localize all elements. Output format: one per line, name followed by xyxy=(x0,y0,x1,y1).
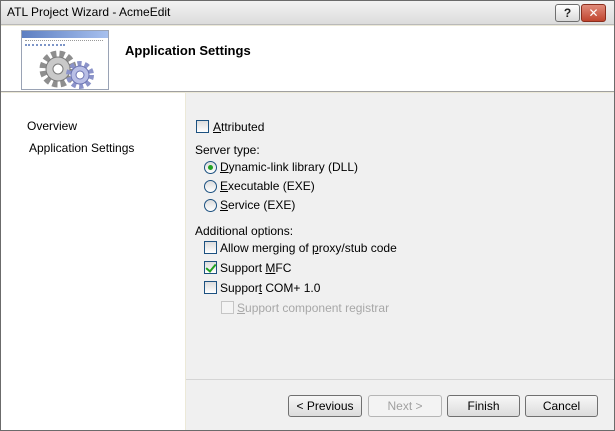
additional-options-label: Additional options: xyxy=(195,224,294,238)
cancel-button[interactable]: Cancel xyxy=(525,395,598,417)
finish-button[interactable]: Finish xyxy=(447,395,520,417)
attributed-label[interactable]: Attributed xyxy=(213,120,264,134)
gears-window-icon xyxy=(21,30,109,90)
wizard-nav: Overview Application Settings xyxy=(1,93,185,430)
settings-panel: Attributed Server type: Dynamic-link lib… xyxy=(186,93,614,379)
wizard-header: Application Settings xyxy=(1,26,614,92)
dll-label[interactable]: Dynamic-link library (DLL) xyxy=(220,160,358,174)
service-label[interactable]: Service (EXE) xyxy=(220,198,295,212)
service-radio[interactable] xyxy=(204,199,217,212)
next-button[interactable]: Next > xyxy=(368,395,442,417)
proxy-stub-checkbox[interactable] xyxy=(204,241,217,254)
support-com-checkbox[interactable] xyxy=(204,281,217,294)
gear-icon xyxy=(39,50,94,89)
component-registrar-checkbox[interactable] xyxy=(221,301,234,314)
proxy-stub-label[interactable]: Allow merging of proxy/stub code xyxy=(220,241,397,255)
nav-item-application-settings[interactable]: Application Settings xyxy=(29,141,134,155)
support-com-label[interactable]: Support COM+ 1.0 xyxy=(220,281,320,295)
nav-item-overview[interactable]: Overview xyxy=(27,119,77,133)
support-mfc-checkbox[interactable] xyxy=(204,261,217,274)
component-registrar-label[interactable]: Support component registrar xyxy=(237,301,389,315)
dll-radio[interactable] xyxy=(204,161,217,174)
previous-button[interactable]: < Previous xyxy=(288,395,362,417)
page-title: Application Settings xyxy=(125,43,251,58)
attributed-checkbox[interactable] xyxy=(196,120,209,133)
exe-label[interactable]: Executable (EXE) xyxy=(220,179,315,193)
server-type-label: Server type: xyxy=(195,143,260,157)
button-bar: < Previous Next > Finish Cancel xyxy=(186,379,614,430)
wizard-window: ATL Project Wizard - AcmeEdit ? ✕ Applic… xyxy=(0,0,615,431)
exe-radio[interactable] xyxy=(204,180,217,193)
window-title: ATL Project Wizard - AcmeEdit xyxy=(7,5,171,19)
support-mfc-label[interactable]: Support MFC xyxy=(220,261,291,275)
title-bar[interactable]: ATL Project Wizard - AcmeEdit ? ✕ xyxy=(1,1,614,25)
close-button[interactable]: ✕ xyxy=(581,4,606,22)
help-button[interactable]: ? xyxy=(555,4,580,22)
